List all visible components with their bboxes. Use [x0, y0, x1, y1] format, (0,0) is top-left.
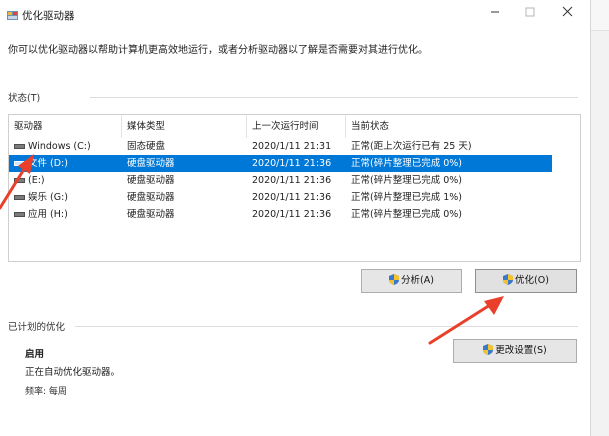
close-button[interactable]	[556, 4, 578, 24]
drive-media-type: 硬盘驱动器	[127, 209, 175, 220]
column-header-drive[interactable]: 驱动器	[9, 115, 122, 138]
background-window-titlebar	[591, 0, 609, 31]
optimize-drives-window: 优化驱动器 你可以优化驱动器以帮助计算机更高效地运行，或者分析驱动器以了解是否需…	[0, 0, 591, 436]
drive-status: 正常(碎片整理已完成 0%)	[351, 175, 463, 186]
title-bar: 优化驱动器	[0, 0, 590, 30]
minimize-icon	[491, 11, 499, 13]
column-header-current-status[interactable]: 当前状态	[346, 115, 552, 138]
uac-shield-icon	[389, 274, 400, 285]
drive-media-type: 硬盘驱动器	[127, 192, 175, 203]
hard-drive-icon	[14, 144, 25, 149]
drive-last-run: 2020/1/11 21:36	[252, 192, 332, 203]
drive-row-g[interactable]: 娱乐 (G:) 硬盘驱动器 2020/1/11 21:36 正常(碎片整理已完成…	[9, 189, 552, 206]
column-header-last-run[interactable]: 上一次运行时间	[247, 115, 346, 138]
schedule-status: 启用	[25, 349, 45, 360]
change-settings-button-label: 更改设置(S)	[495, 345, 547, 356]
drive-last-run: 2020/1/11 21:36	[252, 175, 332, 186]
drive-last-run: 2020/1/11 21:36	[252, 209, 332, 220]
schedule-frequency: 频率: 每周	[25, 387, 67, 397]
annotation-arrow-icon	[428, 296, 504, 345]
drive-row-c[interactable]: Windows (C:) 固态硬盘 2020/1/11 21:31 正常(距上次…	[9, 138, 552, 155]
drive-last-run: 2020/1/11 21:36	[252, 158, 332, 169]
hard-drive-icon	[14, 212, 25, 217]
annotation-arrow-icon	[0, 154, 34, 210]
drive-last-run: 2020/1/11 21:31	[252, 141, 332, 152]
drive-media-type: 硬盘驱动器	[127, 175, 175, 186]
defrag-app-icon	[7, 11, 18, 20]
drive-media-type: 固态硬盘	[127, 141, 166, 152]
analyze-button[interactable]: 分析(A)	[361, 269, 462, 293]
status-divider	[90, 97, 578, 98]
drive-media-type: 硬盘驱动器	[127, 158, 175, 169]
optimize-button[interactable]: 优化(O)	[475, 269, 577, 293]
minimize-button[interactable]	[484, 4, 506, 24]
close-icon	[562, 6, 572, 17]
uac-shield-icon	[503, 274, 514, 285]
drive-status: 正常(碎片整理已完成 1%)	[351, 192, 463, 203]
scheduled-section-label: 已计划的优化	[8, 322, 66, 333]
drive-row-h[interactable]: 应用 (H:) 硬盘驱动器 2020/1/11 21:36 正常(碎片整理已完成…	[9, 206, 552, 223]
drive-status: 正常(碎片整理已完成 0%)	[351, 209, 463, 220]
uac-shield-icon	[483, 344, 494, 355]
schedule-detail: 正在自动优化驱动器。	[25, 367, 121, 378]
background-window-edge	[591, 0, 609, 436]
maximize-icon	[525, 7, 535, 17]
maximize-button[interactable]	[519, 4, 541, 24]
optimize-button-label: 优化(O)	[515, 275, 549, 286]
drives-list[interactable]: 驱动器 媒体类型 上一次运行时间 当前状态 Windows (C:) 固态硬盘 …	[8, 114, 581, 262]
analyze-button-label: 分析(A)	[401, 275, 434, 286]
window-title: 优化驱动器	[22, 10, 75, 22]
drive-row-d[interactable]: 文件 (D:) 硬盘驱动器 2020/1/11 21:36 正常(碎片整理已完成…	[9, 155, 552, 172]
column-header-media-type[interactable]: 媒体类型	[122, 115, 247, 138]
drive-row-e[interactable]: (E:) 硬盘驱动器 2020/1/11 21:36 正常(碎片整理已完成 0%…	[9, 172, 552, 189]
status-section-label: 状态(T)	[8, 93, 41, 104]
description-text: 你可以优化驱动器以帮助计算机更高效地运行，或者分析驱动器以了解是否需要对其进行优…	[8, 45, 428, 56]
drive-status: 正常(碎片整理已完成 0%)	[351, 158, 463, 169]
drive-status: 正常(距上次运行已有 25 天)	[351, 141, 472, 152]
